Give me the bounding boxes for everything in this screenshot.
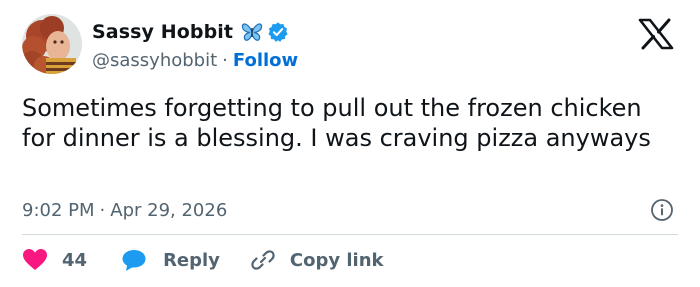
author-handle[interactable]: @sassyhobbit	[92, 50, 217, 71]
timestamp[interactable]: 9:02 PM · Apr 29, 2026	[22, 198, 227, 222]
like-button[interactable]: 44	[22, 248, 87, 272]
heart-icon	[23, 249, 47, 270]
profile-photo	[22, 14, 82, 74]
butterfly-icon	[241, 23, 263, 41]
tweet-card: Sassy Hobbit @sassyhobbit · Follow Somet…	[0, 0, 700, 287]
author-display-name[interactable]: Sassy Hobbit	[92, 21, 233, 43]
follow-button[interactable]: Follow	[233, 50, 298, 71]
author-handle-row: @sassyhobbit · Follow	[92, 48, 298, 72]
like-count: 44	[62, 249, 88, 271]
reply-button[interactable]: Reply	[121, 248, 220, 272]
tweet-text: Sometimes forgetting to pull out the fro…	[22, 94, 651, 152]
info-icon[interactable]	[650, 198, 674, 222]
reply-bubble-icon	[122, 250, 146, 271]
copy-link-label: Copy link	[289, 249, 384, 271]
tweet-date[interactable]: Apr 29, 2026	[110, 200, 227, 221]
separator-dot: ·	[99, 199, 106, 221]
reply-label: Reply	[163, 249, 220, 271]
divider	[22, 234, 678, 235]
action-bar: 44 Reply Copy link	[22, 247, 384, 273]
x-logo-icon[interactable]	[638, 18, 674, 50]
verified-badge-icon	[268, 22, 288, 42]
separator-dot: ·	[222, 49, 228, 71]
link-icon	[251, 250, 275, 270]
tweet-time[interactable]: 9:02 PM	[22, 200, 95, 221]
copy-link-button[interactable]: Copy link	[250, 247, 384, 273]
author-name-row: Sassy Hobbit	[92, 20, 289, 44]
avatar[interactable]	[22, 14, 82, 74]
